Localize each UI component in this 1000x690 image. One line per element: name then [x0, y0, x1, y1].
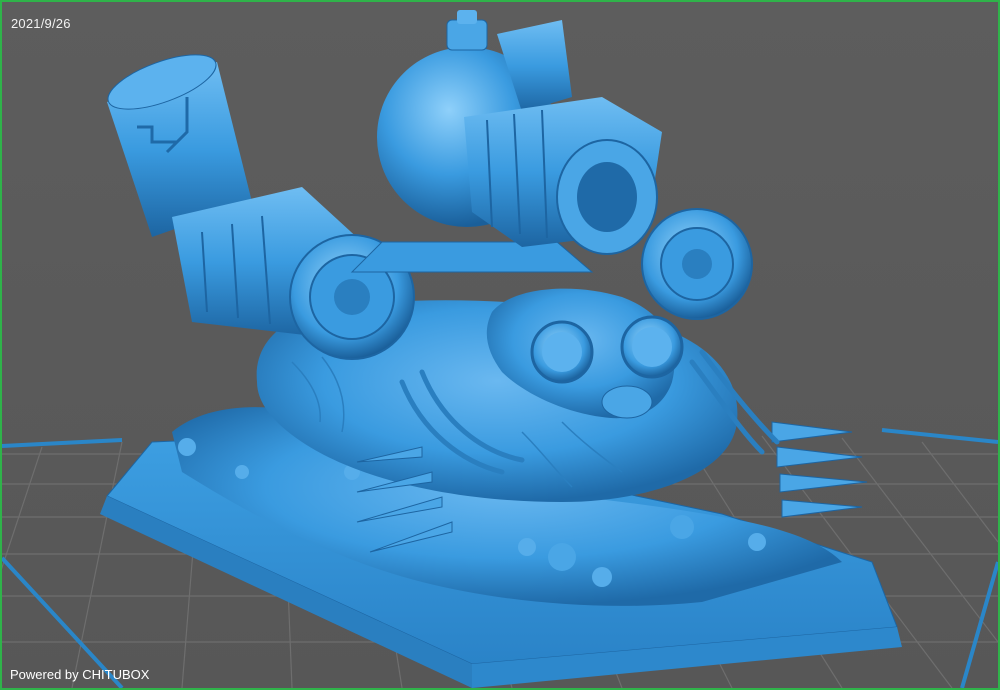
model-viewport[interactable]: 2021/9/26 Powered by CHITUBOX: [0, 0, 1000, 690]
steampunk-mole-miniature-icon[interactable]: [100, 10, 902, 688]
date-label: 2021/9/26: [11, 16, 71, 31]
powered-by-label: Powered by CHITUBOX: [10, 667, 150, 682]
build-plate-scene[interactable]: [2, 2, 998, 688]
